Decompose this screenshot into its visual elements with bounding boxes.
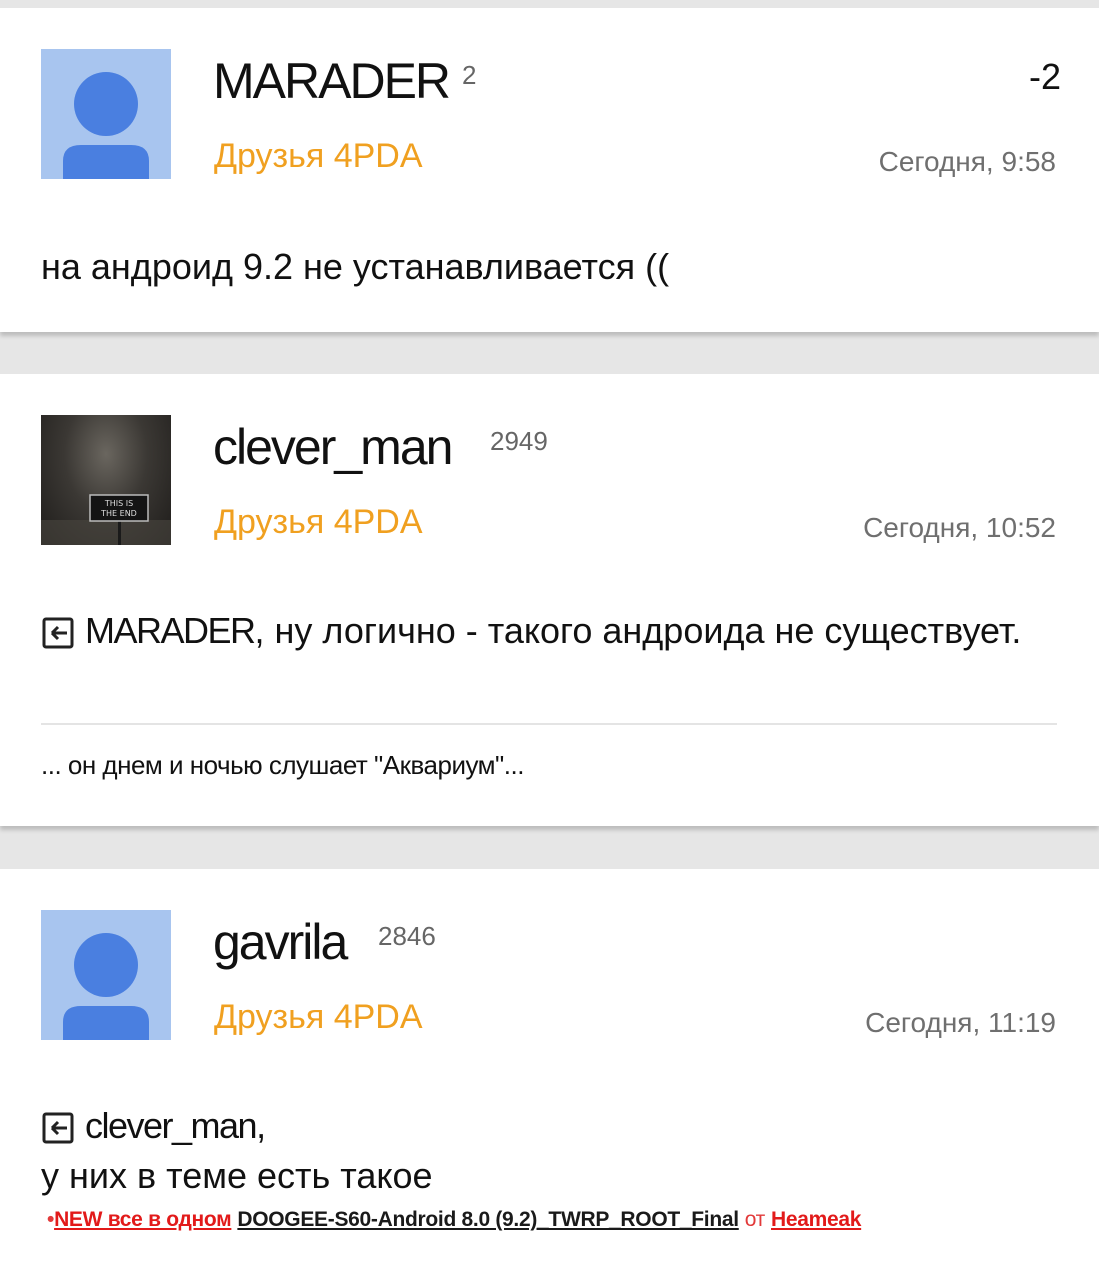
divider bbox=[41, 723, 1057, 725]
reply-nick[interactable]: MARADER bbox=[85, 610, 256, 651]
quote-link[interactable] bbox=[41, 1111, 75, 1145]
post-date: Сегодня, 11:19 bbox=[865, 1007, 1056, 1038]
post-card: MARADER 2 -2 Друзья 4PDA Сегодня, 9:58 н… bbox=[0, 8, 1099, 332]
attachment-title[interactable]: DOOGEE-S60-Android 8.0 (9.2)_TWRP_ROOT_F… bbox=[237, 1208, 739, 1231]
user-group: Друзья 4PDA bbox=[214, 503, 423, 541]
attachment-prefix[interactable]: NEW все в одном bbox=[54, 1208, 232, 1231]
avatar-image: THIS IS THE END bbox=[41, 494, 171, 545]
avatar-sign-line-1: THIS IS bbox=[104, 499, 133, 508]
post-text: на андроид 9.2 не устанавливается (( bbox=[41, 246, 670, 287]
user-group: Друзья 4PDA bbox=[214, 137, 423, 175]
post-date: Сегодня, 10:52 bbox=[863, 512, 1056, 543]
avatar[interactable] bbox=[41, 910, 171, 1040]
post-karma[interactable]: -2 bbox=[1029, 56, 1061, 98]
reply-icon bbox=[42, 617, 74, 649]
avatar-sign-line-2: THE END bbox=[100, 509, 137, 518]
avatar[interactable]: THIS IS THE END bbox=[41, 415, 171, 545]
user-group: Друзья 4PDA bbox=[214, 998, 423, 1036]
attachment-author[interactable]: Heameak bbox=[771, 1208, 861, 1231]
user-icon bbox=[63, 933, 149, 1040]
post-text: clever_man, у них в теме есть такое bbox=[41, 1101, 1061, 1201]
reputation-count[interactable]: 2 bbox=[462, 60, 476, 91]
post-card: THIS IS THE END clever_man 2949 Друзья 4… bbox=[0, 374, 1099, 826]
post-author[interactable]: clever_man bbox=[213, 418, 453, 476]
post-text-body: у них в теме есть такое bbox=[41, 1155, 433, 1196]
reply-icon bbox=[42, 1112, 74, 1144]
avatar[interactable] bbox=[41, 49, 171, 179]
post-author[interactable]: gavrila bbox=[213, 913, 348, 971]
reputation-count[interactable]: 2846 bbox=[378, 921, 436, 952]
post-text: MARADER, ну логично - такого андроида не… bbox=[41, 606, 1061, 656]
reputation-count[interactable]: 2949 bbox=[490, 426, 548, 457]
post-text-body: , ну логично - такого андроида не сущест… bbox=[254, 610, 1022, 651]
topic-page: MARADER 2 -2 Друзья 4PDA Сегодня, 9:58 н… bbox=[0, 0, 1099, 1280]
post-author[interactable]: MARADER bbox=[213, 52, 451, 110]
user-icon bbox=[63, 72, 149, 179]
post-date: Сегодня, 9:58 bbox=[878, 146, 1056, 177]
quote-link[interactable] bbox=[41, 616, 75, 650]
signature: ... он днем и ночью слушает "Аквариум"..… bbox=[41, 750, 524, 780]
reply-nick[interactable]: clever_man, bbox=[85, 1105, 266, 1146]
bullet: • bbox=[47, 1208, 55, 1231]
attachment-by: от bbox=[744, 1208, 766, 1231]
attachment-link[interactable]: •NEW все в одном DOOGEE-S60-Android 8.0 (… bbox=[47, 1208, 861, 1232]
